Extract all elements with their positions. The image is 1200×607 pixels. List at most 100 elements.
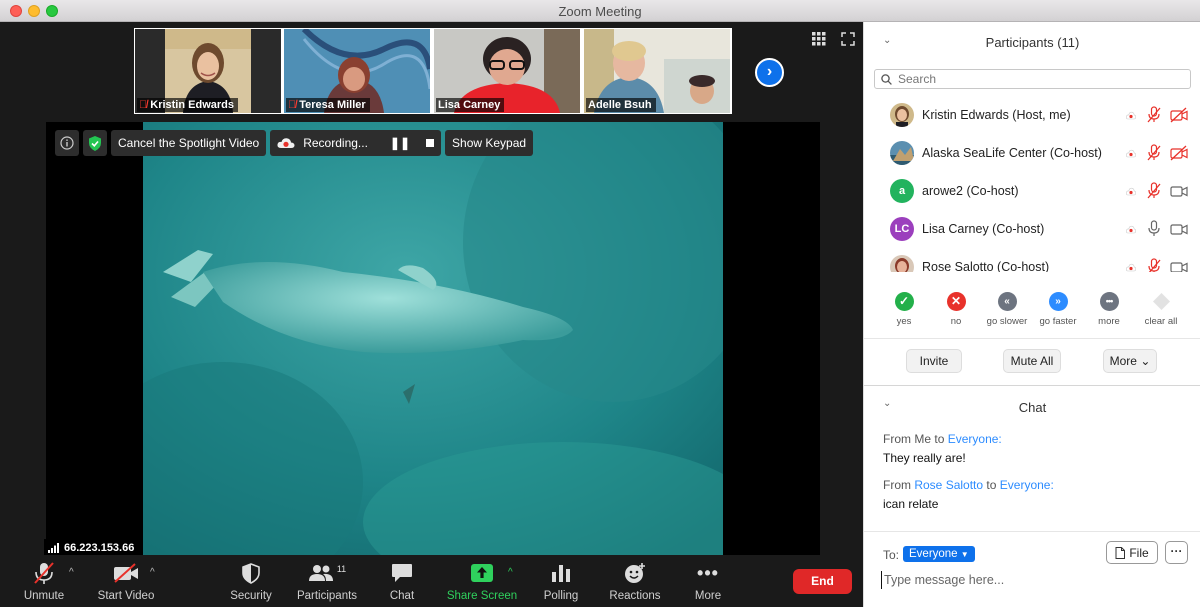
polling-button[interactable]: Polling xyxy=(541,561,581,602)
invite-button[interactable]: Invite xyxy=(906,349,962,373)
check-icon: ✓ xyxy=(894,292,914,311)
recipient-link[interactable]: Everyone: xyxy=(1000,478,1054,492)
mic-muted-icon[interactable] xyxy=(1146,182,1162,200)
window-title: Zoom Meeting xyxy=(558,4,642,19)
pause-recording-icon[interactable]: ❚❚ xyxy=(390,136,410,150)
participants-more-button[interactable]: More ⌄ xyxy=(1103,349,1157,373)
recording-dot-icon xyxy=(1126,111,1136,120)
thumbnail-lisa-carney[interactable]: Lisa Carney xyxy=(434,29,580,113)
bar-chart-icon xyxy=(552,565,570,582)
feedback-no-button[interactable]: ✕ no xyxy=(931,292,981,327)
security-button[interactable]: Security xyxy=(228,561,274,602)
feedback-go-faster-button[interactable]: » go faster xyxy=(1033,292,1083,327)
thumbnail-adelle-bsuh[interactable]: Adelle Bsuh xyxy=(584,29,730,113)
participants-icon xyxy=(308,565,333,581)
cloud-recording-icon xyxy=(277,138,295,148)
chat-compose: To: Everyone ▼ File ··· xyxy=(864,531,1200,607)
video-on-icon[interactable] xyxy=(1170,221,1188,237)
share-options-caret[interactable]: ^ xyxy=(508,567,513,578)
avatar: a xyxy=(890,179,914,203)
participant-row[interactable]: Alaska SeaLife Center (Co-host) xyxy=(864,138,1200,176)
feedback-more-button[interactable]: ••• more xyxy=(1084,292,1134,327)
feedback-yes-button[interactable]: ✓ yes xyxy=(879,292,929,327)
message-meta: From Rose Salotto to Everyone: xyxy=(883,478,1183,492)
cancel-spotlight-button[interactable]: Cancel the Spotlight Video xyxy=(111,130,267,156)
participant-search xyxy=(874,69,1191,89)
participant-row[interactable]: Rose Salotto (Co-host) xyxy=(864,252,1200,272)
ellipsis-icon: ··· xyxy=(1170,544,1183,558)
unmute-label: Unmute xyxy=(23,590,65,602)
chat-more-button[interactable]: ··· xyxy=(1165,541,1188,564)
file-button[interactable]: File xyxy=(1106,541,1158,564)
video-off-icon[interactable] xyxy=(1170,107,1188,123)
gallery-view-icon[interactable] xyxy=(812,32,826,46)
feedback-go-slower-button[interactable]: « go slower xyxy=(982,292,1032,327)
shield-icon xyxy=(242,562,260,584)
mic-icon[interactable] xyxy=(1146,220,1162,238)
mute-all-button[interactable]: Mute All xyxy=(1003,349,1061,373)
mic-muted-icon xyxy=(34,562,54,584)
file-label: File xyxy=(1129,545,1149,560)
unmute-button[interactable]: Unmute xyxy=(20,561,68,602)
next-page-button[interactable]: › xyxy=(755,58,784,87)
caret-down-icon: ▼ xyxy=(960,550,969,559)
thumbnail-name-tag: Adelle Bsuh xyxy=(586,98,656,112)
participant-row[interactable]: LC Lisa Carney (Co-host) xyxy=(864,214,1200,252)
search-input[interactable] xyxy=(898,72,1178,86)
feedback-label: more xyxy=(1098,316,1120,327)
encryption-button[interactable] xyxy=(83,130,107,156)
participant-list: Kristin Edwards (Host, me) Alaska SeaLif… xyxy=(864,100,1200,272)
sender-name: Me xyxy=(914,432,932,446)
mic-muted-icon[interactable] xyxy=(1146,144,1162,162)
video-on-icon[interactable] xyxy=(1170,183,1188,199)
meeting-toolbar: Unmute ^ Start Video ^ Security 11 Parti… xyxy=(0,555,863,607)
thumbnail-kristin-edwards[interactable]: 🎙̸ Kristin Edwards xyxy=(135,29,281,113)
thumbnail-name-tag: 🎙̸ Teresa Miller xyxy=(286,98,370,112)
ip-address: 66.223.153.66 xyxy=(64,541,135,554)
mic-muted-icon[interactable] xyxy=(1146,106,1162,124)
to-label: To: xyxy=(883,548,900,562)
more-button[interactable]: ••• More xyxy=(692,561,724,603)
recipient-link[interactable]: Everyone: xyxy=(948,432,1002,446)
reactions-button[interactable]: Reactions xyxy=(606,561,664,602)
start-video-button[interactable]: Start Video xyxy=(94,561,158,602)
fullscreen-icon[interactable] xyxy=(841,32,855,46)
video-off-icon[interactable] xyxy=(1170,145,1188,161)
sender-name[interactable]: Rose Salotto xyxy=(914,478,983,492)
stop-recording-icon[interactable] xyxy=(426,139,435,147)
side-panel: ⌄ Participants (11) Kristin Edwards (Hos… xyxy=(863,22,1200,607)
recording-dot-icon xyxy=(1126,263,1136,272)
share-screen-icon xyxy=(471,564,493,582)
share-screen-label: Share Screen xyxy=(446,590,518,602)
title-bar: Zoom Meeting xyxy=(0,0,1200,22)
nonverbal-feedback-bar: ✓ yes ✕ no « go slower » go faster ••• m… xyxy=(864,292,1200,334)
audio-options-caret[interactable]: ^ xyxy=(69,567,74,578)
feedback-label: yes xyxy=(896,316,912,327)
to-word: to xyxy=(934,432,945,446)
feedback-clear-all-button[interactable]: clear all xyxy=(1136,292,1186,327)
fast-forward-icon: » xyxy=(1048,292,1068,311)
participant-name: Alaska SeaLife Center (Co-host) xyxy=(922,146,1102,160)
video-on-icon[interactable] xyxy=(1170,259,1188,272)
thumbnail-teresa-miller[interactable]: 🎙̸ Teresa Miller xyxy=(284,29,430,113)
recipient-select[interactable]: Everyone ▼ xyxy=(903,546,975,562)
recording-label: Recording... xyxy=(303,136,368,150)
participant-row[interactable]: Kristin Edwards (Host, me) xyxy=(864,100,1200,138)
chat-button[interactable]: Chat xyxy=(385,561,419,602)
thumbnail-name: Kristin Edwards xyxy=(150,99,234,111)
meeting-info-button[interactable] xyxy=(55,130,79,156)
chat-message-input[interactable] xyxy=(881,571,1181,589)
video-area: 🎙̸ Kristin Edwards 🎙̸ Teresa Miller Lisa… xyxy=(0,22,863,556)
chat-label: Chat xyxy=(389,590,415,602)
feedback-label: go faster xyxy=(1039,316,1077,327)
mic-muted-icon[interactable] xyxy=(1146,258,1162,272)
message-meta: From Me to Everyone: xyxy=(883,432,1183,446)
show-keypad-button[interactable]: Show Keypad xyxy=(445,130,534,156)
recipient-value: Everyone xyxy=(909,548,958,560)
end-meeting-button[interactable]: End xyxy=(793,569,852,594)
participants-button[interactable]: 11 Participants xyxy=(295,561,359,602)
participant-row[interactable]: a arowe2 (Co-host) xyxy=(864,176,1200,214)
video-options-caret[interactable]: ^ xyxy=(150,567,155,578)
recording-dot-icon xyxy=(1126,149,1136,158)
participant-name: Lisa Carney (Co-host) xyxy=(922,222,1045,236)
